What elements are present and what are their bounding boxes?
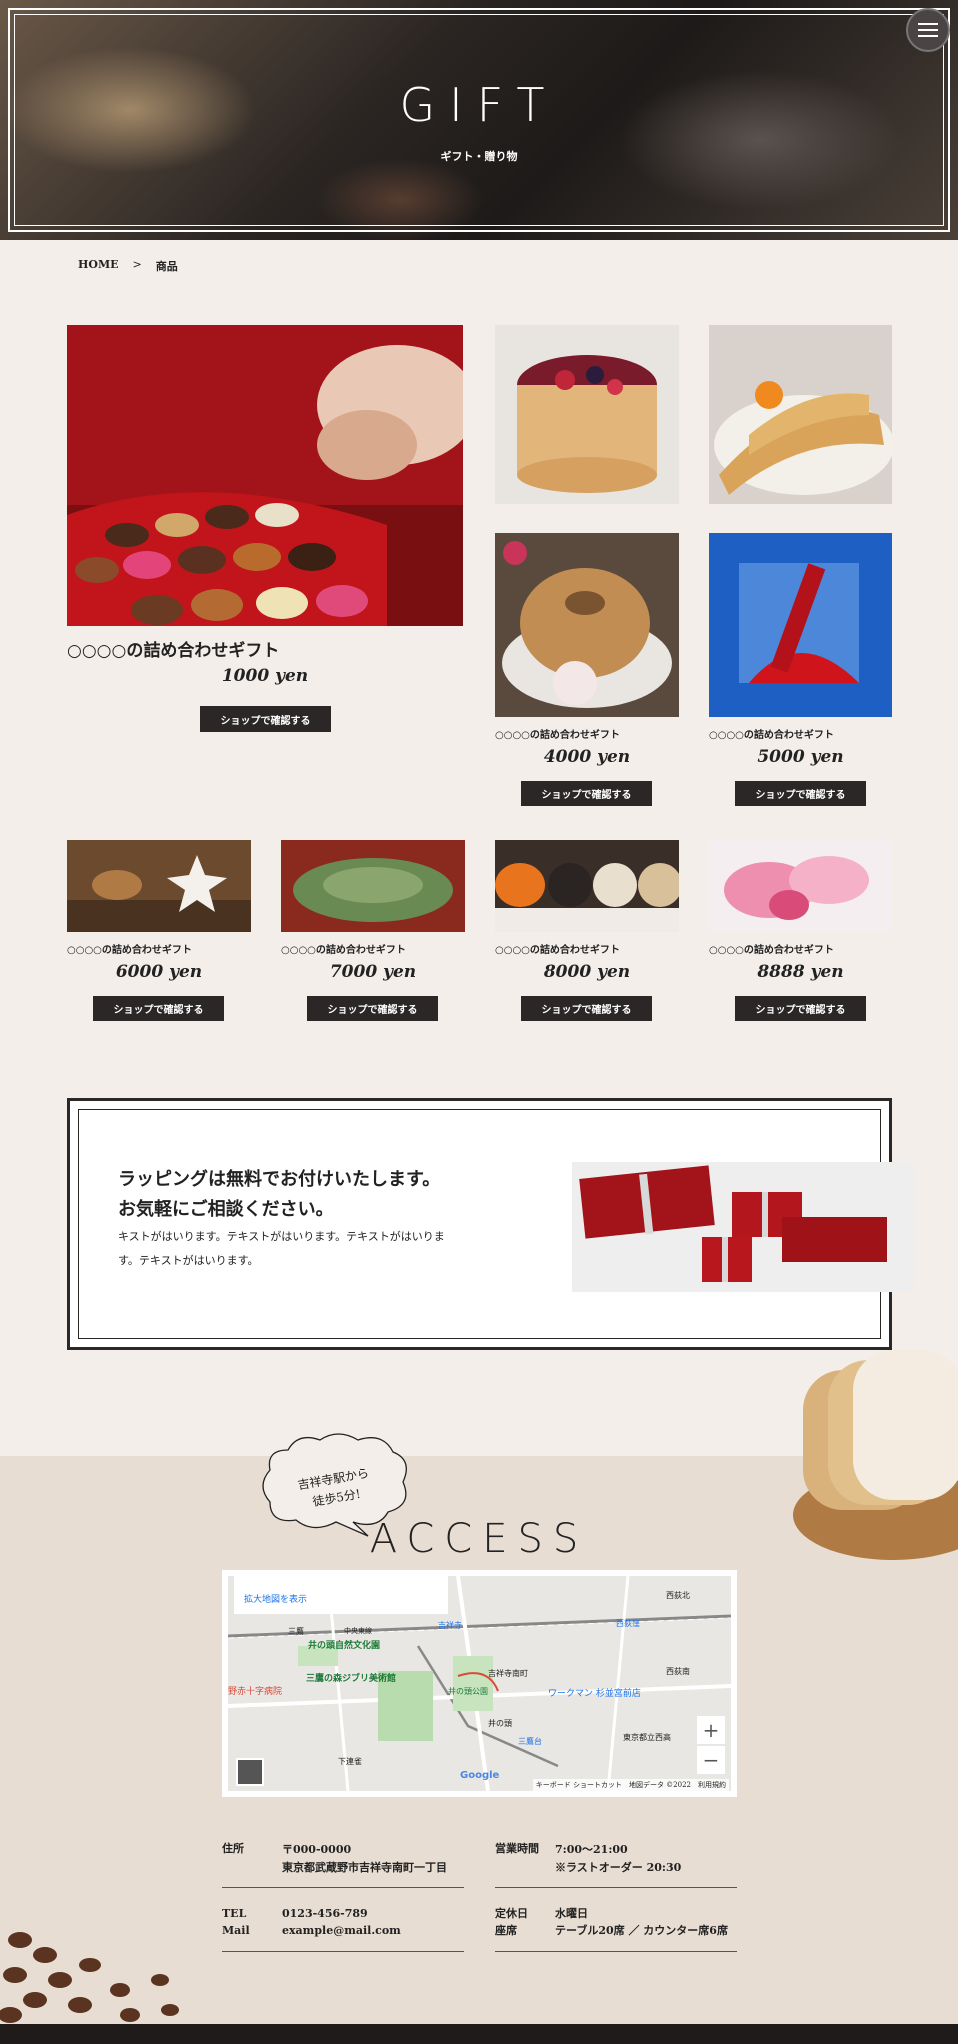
hamburger-icon	[918, 23, 938, 25]
map-zoom-out-button[interactable]: −	[697, 1746, 725, 1774]
product-shop-button[interactable]: ショップで確認する	[307, 996, 438, 1021]
red-gift-boxes-image	[572, 1162, 914, 1292]
product-name: ○○○○の詰め合わせギフト	[495, 945, 620, 956]
map-enlarge-link[interactable]: 拡大地図を表示	[234, 1576, 448, 1614]
divider	[495, 1887, 737, 1888]
holiday-label: 定休日	[495, 1907, 528, 1920]
product-name: ○○○○の詰め合わせギフト	[709, 730, 834, 741]
wrapped-gifts-image	[572, 1162, 914, 1292]
footer-bar	[0, 2024, 958, 2044]
product-price: 8888 yen	[757, 962, 844, 982]
featured-product-image[interactable]	[67, 325, 463, 626]
product-image-cookies[interactable]	[67, 840, 251, 932]
product-shop-button[interactable]: ショップで確認する	[735, 781, 866, 806]
wrapping-heading-line2: お気軽にご相談ください。	[118, 1199, 334, 1220]
google-logo: Google	[460, 1770, 500, 1781]
ribbon-candy-image	[709, 533, 892, 717]
product-price: 5000 yen	[757, 747, 844, 767]
product-image-cake[interactable]	[495, 325, 679, 504]
divider	[495, 1951, 737, 1952]
map-canvas[interactable]: 拡大地図を表示 西荻北 西荻窪 中央東線 吉祥寺 井の頭自然文化園 三鷹の森ジブ…	[228, 1576, 731, 1791]
hamburger-menu-button[interactable]	[906, 8, 950, 52]
product-image-pink-macarons[interactable]	[709, 840, 892, 932]
hours-label: 営業時間	[495, 1842, 539, 1855]
product-image-ribbon[interactable]	[709, 533, 892, 717]
mail-label: Mail	[222, 1924, 250, 1937]
product-price: 7000 yen	[329, 962, 417, 982]
breadcrumb-separator: >	[132, 258, 142, 271]
product-image-bundt[interactable]	[495, 533, 679, 717]
green-tart-image	[281, 840, 465, 932]
berry-cake-image	[495, 325, 679, 504]
wrapping-heading: ラッピングは無料でお付けいたします。 お気軽にご相談ください。	[118, 1165, 440, 1225]
coffee-beans-image	[0, 1932, 179, 2023]
breadcrumb-home[interactable]: HOME	[78, 258, 119, 274]
product-shop-button[interactable]: ショップで確認する	[521, 996, 652, 1021]
product-image-macarons[interactable]	[495, 840, 679, 932]
page-subtitle: ギフト・贈り物	[440, 150, 518, 163]
product-name: ○○○○の詰め合わせギフト	[67, 945, 192, 956]
divider	[222, 1887, 464, 1888]
google-map[interactable]: 拡大地図を表示 西荻北 西荻窪 中央東線 吉祥寺 井の頭自然文化園 三鷹の森ジブ…	[222, 1570, 737, 1797]
holiday-value: 水曜日	[555, 1907, 588, 1920]
address-label: 住所	[222, 1842, 244, 1855]
featured-product-price: 1000 yen	[221, 666, 309, 686]
wrapping-text: キストがはいります。テキストがはいります。テキストがはいります。テキストがはいり…	[118, 1230, 445, 1267]
tel-label: TEL	[222, 1907, 247, 1920]
star-cookies-image	[67, 840, 251, 932]
product-price: 6000 yen	[115, 962, 203, 982]
product-image-tart[interactable]	[281, 840, 465, 932]
product-name: ○○○○の詰め合わせギフト	[495, 730, 620, 741]
product-shop-button[interactable]: ショップで確認する	[93, 996, 224, 1021]
product-price: 8000 yen	[543, 962, 631, 982]
bundt-cake-image	[495, 533, 679, 717]
map-zoom-in-button[interactable]: +	[697, 1716, 725, 1744]
product-price: 4000 yen	[543, 747, 631, 767]
breadcrumb: HOME > 商品	[78, 258, 178, 274]
divider	[222, 1951, 464, 1952]
mail-value: example@mail.com	[282, 1924, 401, 1937]
product-name: ○○○○の詰め合わせギフト	[281, 945, 406, 956]
crepe-image	[709, 325, 892, 504]
tel-value: 0123-456-789	[282, 1907, 368, 1920]
featured-shop-button[interactable]: ショップで確認する	[200, 706, 331, 732]
address-value: 〒000-0000 東京都武蔵野市吉祥寺南町一丁目	[282, 1843, 447, 1874]
seats-label: 座席	[495, 1924, 517, 1937]
product-name: ○○○○の詰め合わせギフト	[709, 945, 834, 956]
product-shop-button[interactable]: ショップで確認する	[521, 781, 652, 806]
seats-value: テーブル20席 ／ カウンター席6席	[555, 1924, 728, 1937]
wrapping-heading-line1: ラッピングは無料でお付けいたします。	[118, 1169, 441, 1190]
featured-product-name: ○○○○の詰め合わせギフト	[67, 641, 280, 661]
pink-macaron-image	[709, 840, 892, 932]
macaron-row-image	[495, 840, 679, 932]
map-satellite-toggle[interactable]	[236, 1758, 264, 1786]
page-title: GIFT	[399, 78, 559, 132]
product-image-crepe[interactable]	[709, 325, 892, 504]
hours-value: 7:00～21:00 ※ラストオーダー 20:30	[555, 1843, 682, 1874]
breadcrumb-current: 商品	[155, 260, 178, 273]
map-attribution: キーボード ショートカット 地図データ ©2022 利用規約	[532, 1779, 729, 1791]
wrapping-panel: ラッピングは無料でお付けいたします。 お気軽にご相談ください。 キストがはいりま…	[67, 1098, 914, 1350]
product-shop-button[interactable]: ショップで確認する	[735, 996, 866, 1021]
hero-banner: GIFT ギフト・贈り物	[0, 0, 958, 240]
access-title: ACCESS	[369, 1516, 589, 1562]
chocolate-box-image	[67, 325, 463, 626]
